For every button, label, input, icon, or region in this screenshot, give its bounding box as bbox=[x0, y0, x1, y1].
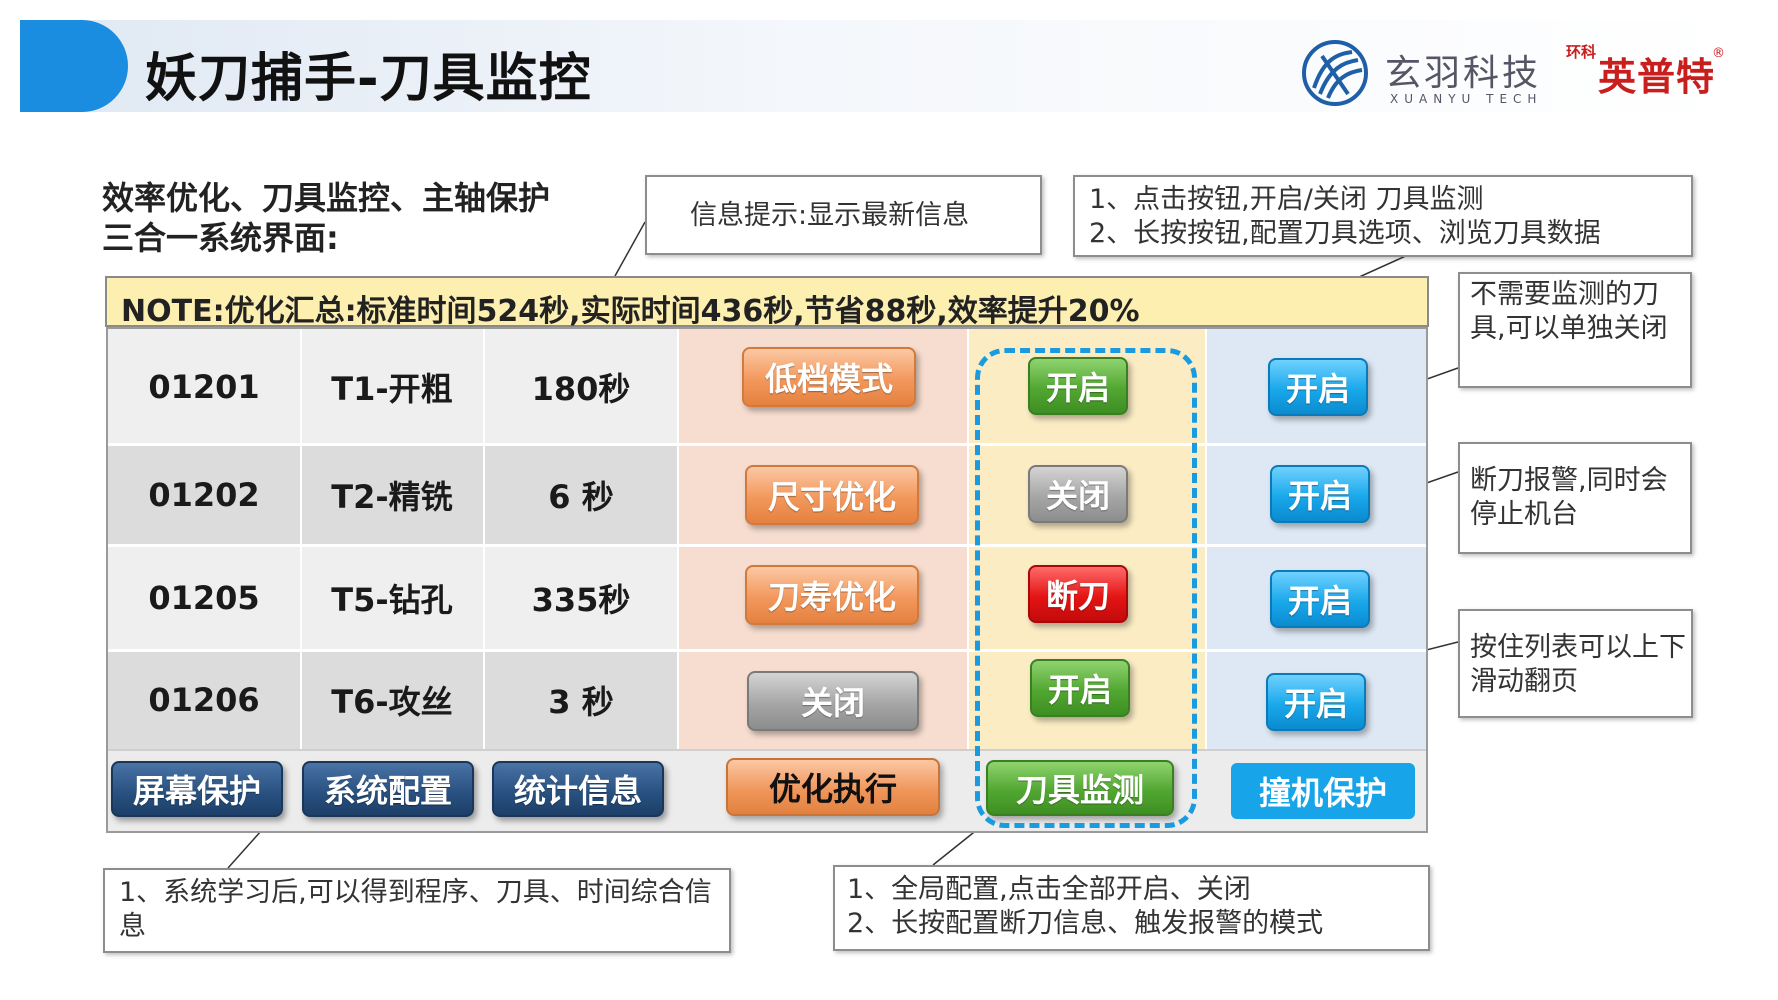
tool-name: T2-精铣 bbox=[331, 477, 453, 516]
callout-global-config: 1、全局配置,点击全部开启、关闭 2、长按配置断刀信息、触发报警的模式 bbox=[833, 865, 1430, 951]
crash-protect-button[interactable]: 撞机保护 bbox=[1231, 763, 1415, 819]
callout-toggle-line-2: 2、长按按钮,配置刀具选项、浏览刀具数据 bbox=[1089, 218, 1601, 249]
callout-break-alarm: 断刀报警,同时会停止机台 bbox=[1458, 442, 1692, 554]
column-divider bbox=[1205, 329, 1207, 749]
program-number: 01205 bbox=[148, 578, 260, 617]
callout-info-text: 信息提示:显示最新信息 bbox=[690, 200, 970, 231]
row-divider bbox=[108, 649, 1426, 652]
tool-time: 3 秒 bbox=[548, 682, 614, 721]
optimize-mode-button[interactable]: 关闭 bbox=[747, 671, 919, 731]
column-divider bbox=[483, 329, 485, 749]
column-divider bbox=[967, 329, 969, 749]
crash-protect-toggle[interactable]: 开启 bbox=[1270, 570, 1370, 628]
table-row[interactable]: 01206 T6-攻丝 3 秒 bbox=[108, 650, 678, 749]
crash-protect-toggle[interactable]: 开启 bbox=[1266, 673, 1366, 731]
monitor-column-highlight bbox=[975, 348, 1197, 828]
callout-toggle-help: 1、点击按钮,开启/关闭 刀具监测 2、长按按钮,配置刀具选项、浏览刀具数据 bbox=[1073, 175, 1693, 257]
callout-scroll: 按住列表可以上下滑动翻页 bbox=[1458, 609, 1693, 718]
row-divider bbox=[108, 544, 1426, 547]
callout-learn: 1、系统学习后,可以得到程序、刀具、时间综合信息 bbox=[103, 868, 731, 953]
program-number: 01202 bbox=[148, 475, 260, 514]
callout-global-line-2: 2、长按配置断刀信息、触发报警的模式 bbox=[847, 908, 1324, 939]
tool-name: T1-开粗 bbox=[331, 369, 453, 408]
tool-time: 180秒 bbox=[531, 369, 631, 408]
column-divider bbox=[300, 329, 302, 749]
callout-scroll-text: 按住列表可以上下滑动翻页 bbox=[1470, 632, 1686, 697]
callout-no-monitor-text: 不需要监测的刀具,可以单独关闭 bbox=[1470, 279, 1668, 344]
crash-protect-toggle[interactable]: 开启 bbox=[1268, 358, 1368, 416]
callout-break-alarm-text: 断刀报警,同时会停止机台 bbox=[1470, 465, 1668, 530]
program-number: 01201 bbox=[148, 367, 260, 406]
optimize-mode-button[interactable]: 低档模式 bbox=[742, 347, 916, 407]
crash-protect-toggle[interactable]: 开启 bbox=[1270, 465, 1370, 523]
note-summary-bar: NOTE:优化汇总:标准时间524秒,实际时间436秒,节省88秒,效率提升20… bbox=[105, 276, 1429, 329]
program-number: 01206 bbox=[148, 680, 260, 719]
tool-time: 335秒 bbox=[531, 580, 631, 619]
table-row[interactable]: 01202 T2-精铣 6 秒 bbox=[108, 444, 678, 545]
optimize-mode-button[interactable]: 尺寸优化 bbox=[745, 465, 919, 525]
tool-name: T6-攻丝 bbox=[331, 682, 453, 721]
tool-time: 6 秒 bbox=[548, 477, 614, 516]
table-row[interactable]: 01201 T1-开粗 180秒 bbox=[108, 329, 678, 444]
row-divider bbox=[108, 443, 1426, 446]
row-divider bbox=[108, 749, 1426, 751]
column-divider bbox=[677, 329, 679, 749]
callout-info-tip: 信息提示:显示最新信息 bbox=[645, 175, 1042, 255]
screen-protect-button[interactable]: 屏幕保护 bbox=[111, 761, 283, 817]
callout-learn-text: 1、系统学习后,可以得到程序、刀具、时间综合信息 bbox=[119, 877, 712, 942]
statistics-button[interactable]: 统计信息 bbox=[492, 761, 664, 817]
system-config-button[interactable]: 系统配置 bbox=[302, 761, 474, 817]
callout-toggle-line-1: 1、点击按钮,开启/关闭 刀具监测 bbox=[1089, 184, 1484, 215]
callout-no-monitor: 不需要监测的刀具,可以单独关闭 bbox=[1458, 272, 1692, 388]
table-row[interactable]: 01205 T5-钻孔 335秒 bbox=[108, 545, 678, 650]
tool-name: T5-钻孔 bbox=[331, 580, 453, 619]
optimize-execute-button[interactable]: 优化执行 bbox=[726, 758, 940, 816]
optimize-mode-button[interactable]: 刀寿优化 bbox=[745, 565, 919, 625]
callout-global-line-1: 1、全局配置,点击全部开启、关闭 bbox=[847, 874, 1251, 905]
